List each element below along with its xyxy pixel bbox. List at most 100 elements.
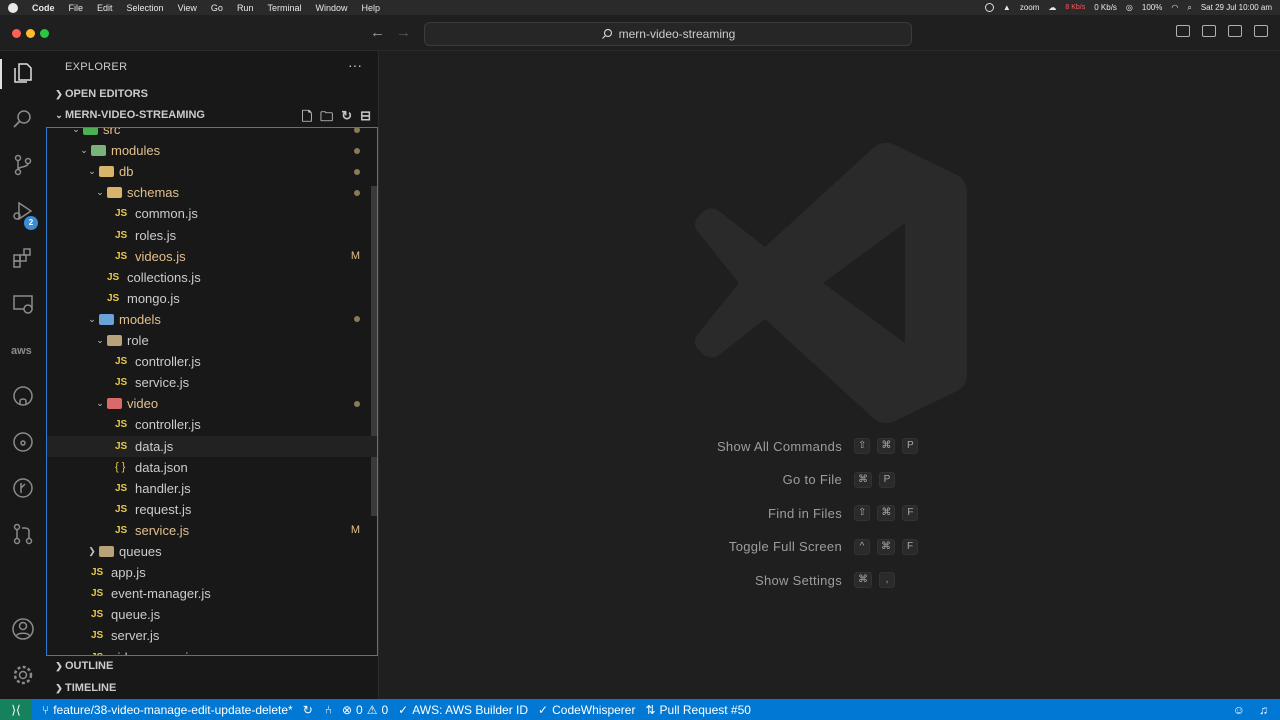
menu-run[interactable]: Run (237, 3, 254, 13)
tree-folder[interactable]: ⌄ video (47, 393, 377, 414)
toggle-sidebar-icon[interactable] (1176, 25, 1190, 37)
shortcut-label: Find in Files (768, 505, 842, 521)
editor-area[interactable]: Show All Commands ⇧ ⌘ P Go to File ⌘ P Find in … (379, 51, 1280, 699)
minimize-window-button[interactable] (26, 29, 35, 38)
explorer-icon[interactable] (11, 61, 35, 85)
tree-file[interactable]: JS event-manager.js (47, 583, 377, 604)
sync-icon[interactable]: ↻ (303, 703, 313, 717)
menu-terminal[interactable]: Terminal (267, 3, 301, 13)
activity-bar: 2 aws (0, 51, 46, 699)
tree-folder[interactable]: ⌄ modules (47, 140, 377, 161)
tree-file[interactable]: JS controller.js (47, 351, 377, 372)
tree-folder[interactable]: ⌄ db (47, 161, 377, 182)
menu-app[interactable]: Code (32, 3, 55, 13)
tree-folder[interactable]: ❯ queues (47, 541, 377, 562)
open-editors-label: OPEN EDITORS (65, 88, 148, 100)
cone-icon[interactable]: ▲ (1003, 3, 1011, 12)
battery-label[interactable]: 100% (1142, 3, 1162, 12)
zoom-label[interactable]: zoom (1020, 3, 1040, 12)
github-icon[interactable] (11, 384, 35, 408)
tree-folder[interactable]: ⌄ src (47, 128, 377, 140)
tree-file[interactable]: JS mongo.js (47, 288, 377, 309)
extensions-icon[interactable] (11, 246, 35, 270)
tree-folder[interactable]: ⌄ schemas (47, 182, 377, 203)
spotlight-icon[interactable]: ⌕ (1187, 3, 1191, 13)
pull-request-icon: ⇅ (645, 702, 656, 717)
menu-view[interactable]: View (178, 3, 197, 13)
apple-icon[interactable] (8, 2, 18, 13)
tree-file[interactable]: JS queue.js (47, 604, 377, 625)
tree-file[interactable]: JS request.js (47, 499, 377, 520)
pull-request-item[interactable]: ⇅ Pull Request #50 (645, 703, 750, 717)
close-window-button[interactable] (12, 29, 21, 38)
menu-help[interactable]: Help (361, 3, 380, 13)
tree-file[interactable]: JS videos.js M (47, 246, 377, 267)
datetime[interactable]: Sat 29 Jul 10:00 am (1201, 3, 1272, 12)
status-icon[interactable] (984, 3, 994, 12)
feedback-icon[interactable]: ☺ (1233, 703, 1245, 717)
pull-requests-icon[interactable] (11, 522, 35, 546)
tree-file[interactable]: JS roles.js (47, 225, 377, 246)
tree-file[interactable]: JS service.js M (47, 520, 377, 541)
shortcut-label: Toggle Full Screen (728, 539, 842, 554)
aws-icon[interactable]: aws (11, 341, 35, 365)
search-icon[interactable] (11, 107, 35, 131)
tree-folder[interactable]: ⌄ models (47, 309, 377, 330)
notifications-bell-icon[interactable]: ♫ (1259, 703, 1268, 717)
tree-file[interactable]: JS app.js (47, 562, 377, 583)
more-actions-icon[interactable]: ··· (348, 57, 362, 73)
tree-file[interactable]: JS server.js (47, 625, 377, 646)
tree-item-label: videos.js (135, 248, 186, 264)
cloud-icon[interactable]: ☁ (1048, 3, 1056, 12)
problems-item[interactable]: ⊗ 0 ⚠ 0 (342, 703, 388, 717)
gitlens-icon[interactable] (11, 430, 35, 454)
branch-item[interactable]: ⑂ feature/38-video-manage-edit-update-de… (42, 703, 332, 717)
tree-file[interactable]: JS handler.js (47, 478, 377, 499)
forward-arrow-icon[interactable]: → (396, 24, 411, 41)
project-header[interactable]: ⌄ MERN-VIDEO-STREAMING 🗋 🗀 ↻ ⊟ (46, 105, 379, 125)
git-graph-icon[interactable] (11, 476, 35, 500)
tree-item-label: controller.js (135, 354, 201, 370)
tree-file[interactable]: JS service.js (47, 372, 377, 393)
aws-item[interactable]: ✓ AWS: AWS Builder ID (398, 703, 528, 717)
tree-item-label: data.json (135, 459, 188, 475)
tree-item-label: video (127, 396, 159, 412)
remote-explorer-icon[interactable] (11, 292, 35, 316)
menu-window[interactable]: Window (315, 3, 347, 13)
remote-indicator-icon[interactable]: ⟩⟨ (0, 699, 32, 720)
menu-edit[interactable]: Edit (97, 3, 113, 13)
modified-dot-icon (354, 316, 360, 323)
shortcut-hint: Toggle Full Screen ^ ⌘ F (579, 538, 1079, 556)
tree-file[interactable]: JS controller.js (47, 414, 377, 435)
open-editors-header[interactable]: ❯ OPEN EDITORS (46, 84, 379, 104)
tree-item-label: controller.js (135, 417, 201, 433)
timeline-header[interactable]: ❯ TIMELINE (46, 678, 379, 698)
git-graph-icon[interactable]: ⑃ (325, 703, 332, 717)
tree-file[interactable]: JS common.js (47, 203, 377, 224)
codewhisperer-item[interactable]: ✓ CodeWhisperer (538, 703, 635, 717)
tree-item-label: request.js (135, 501, 192, 517)
zoom-window-button[interactable] (40, 29, 49, 38)
toggle-panel-icon[interactable] (1202, 25, 1216, 37)
run-debug-icon[interactable] (11, 199, 35, 223)
tree-file[interactable]: JS collections.js (47, 267, 377, 288)
menu-go[interactable]: Go (211, 3, 223, 13)
tree-item-label: data.js (135, 438, 174, 454)
menu-file[interactable]: File (69, 3, 84, 13)
codewhisperer-label: CodeWhisperer (552, 702, 636, 717)
back-arrow-icon[interactable]: ← (370, 24, 385, 41)
accounts-icon[interactable] (11, 617, 35, 641)
tree-file[interactable]: JS data.js (47, 435, 377, 457)
outline-header[interactable]: ❯ OUTLINE (46, 656, 379, 676)
tree-folder[interactable]: ⌄ role (47, 330, 377, 351)
settings-gear-icon[interactable] (11, 663, 35, 687)
menu-selection[interactable]: Selection (127, 3, 164, 13)
headphones-icon[interactable]: ◎ (1126, 3, 1133, 12)
tree-file[interactable]: JSvideo-server.js (47, 647, 377, 656)
wifi-icon[interactable]: ◠ (1171, 3, 1178, 12)
command-center[interactable]: mern-video-streaming (424, 22, 912, 46)
tree-file[interactable]: { } data.json (47, 457, 377, 478)
customize-layout-icon[interactable] (1254, 25, 1268, 37)
toggle-secondary-sidebar-icon[interactable] (1228, 25, 1242, 37)
source-control-icon[interactable] (11, 153, 35, 177)
